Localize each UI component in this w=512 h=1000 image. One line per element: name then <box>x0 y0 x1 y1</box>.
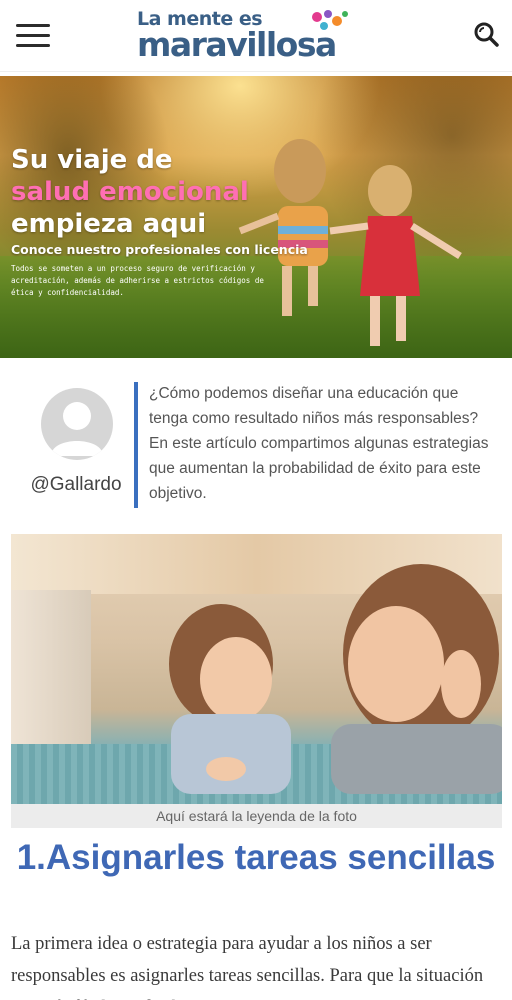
section-heading: 1.Asignarles tareas sencillas <box>16 838 496 877</box>
user-avatar-icon[interactable] <box>41 388 113 460</box>
photo-caption: Aquí estará la leyenda de la foto <box>11 804 502 828</box>
article-photo <box>11 534 502 804</box>
site-logo[interactable]: La mente es maravillosa <box>137 8 387 64</box>
hero-title: Su viaje de salud emocional empieza aqui <box>11 144 249 240</box>
hero-title-line1: Su viaje de <box>11 145 173 175</box>
hamburger-menu-icon[interactable] <box>16 24 50 48</box>
search-icon[interactable] <box>472 20 500 48</box>
article-intro: ¿Cómo podemos diseñar una educación que … <box>149 385 489 502</box>
child-figure <box>169 604 291 794</box>
hero-subtitle: Conoce nuestro profesionales con licenci… <box>11 242 308 257</box>
author-handle[interactable]: @Gallardo <box>20 474 132 496</box>
quote-divider <box>134 382 138 508</box>
article-paragraph: La primera idea o estrategia para ayudar… <box>11 934 484 1000</box>
hero-small-text: Todos se someten a un proceso seguro de … <box>11 264 264 297</box>
logo-bottom-text: maravillosa <box>137 25 337 64</box>
hero-banner[interactable]: Su viaje de salud emocional empieza aqui… <box>0 76 512 358</box>
hero-title-line3: empieza aqui <box>11 209 207 239</box>
mother-figure <box>331 564 502 794</box>
logo-dots-icon <box>312 10 348 30</box>
hero-title-line2: salud emocional <box>11 177 249 207</box>
site-header: La mente es maravillosa <box>0 0 512 72</box>
